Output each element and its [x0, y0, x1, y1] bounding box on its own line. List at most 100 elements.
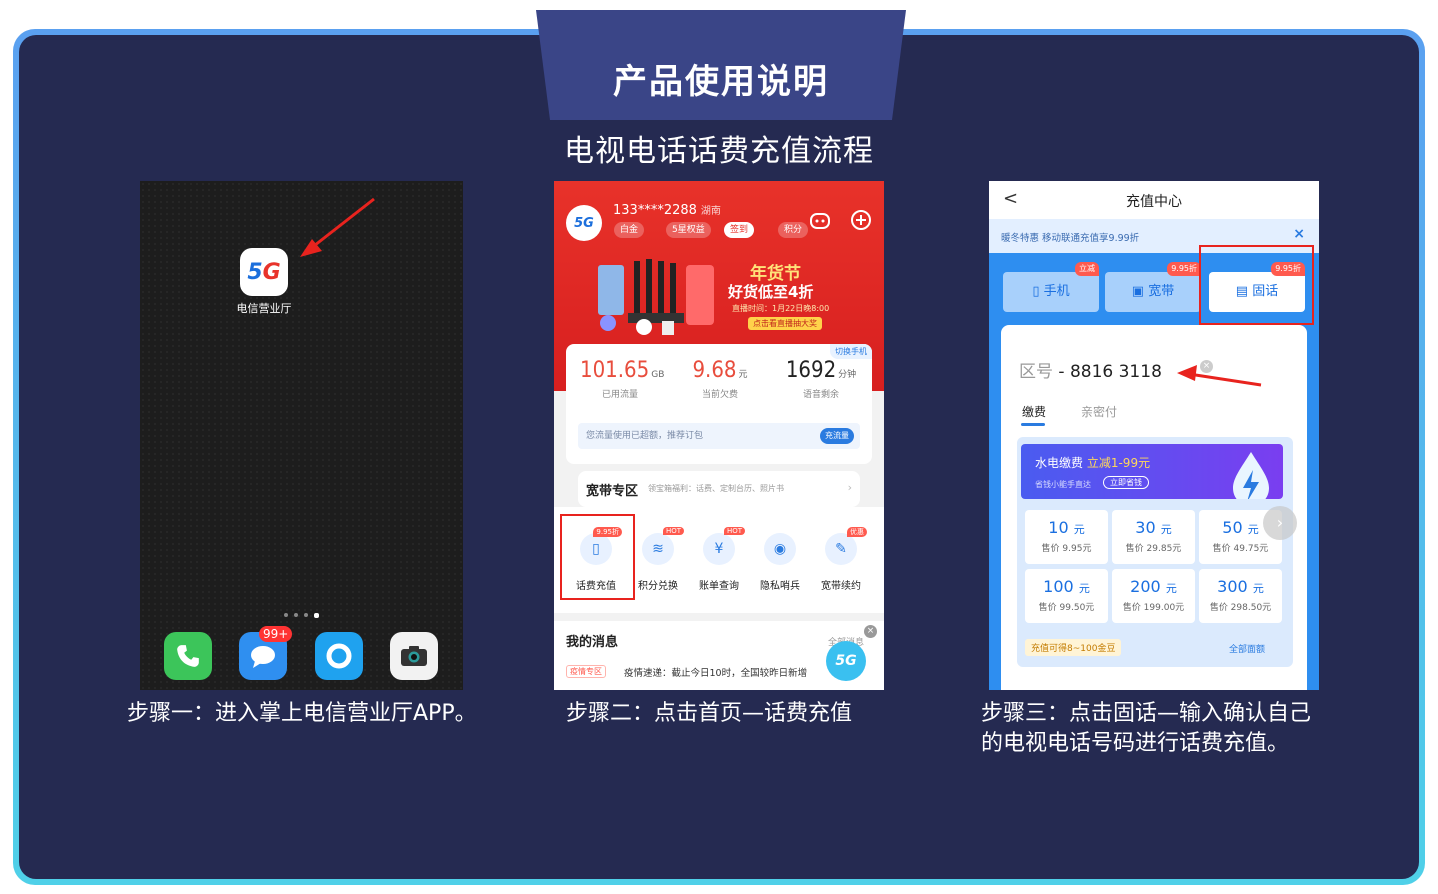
service-tag: HOT	[723, 527, 745, 535]
stat-balance[interactable]: 9.68 元 当前欠费	[680, 358, 760, 400]
promo-button[interactable]: 立即省钱	[1103, 476, 1149, 489]
tile-unit: 元	[1073, 523, 1085, 536]
5g-float-icon[interactable]: 5G	[826, 641, 866, 681]
highlight-box	[1199, 245, 1314, 325]
tab-label: 宽带	[1148, 284, 1175, 299]
chip-signin[interactable]: 签到	[724, 222, 755, 238]
promo-subtitle: 省钱小能手直达	[1035, 480, 1091, 489]
broadband-title: 宽带专区	[586, 484, 639, 499]
stat-voice[interactable]: 1692 分钟 语音剩余	[776, 358, 866, 400]
bill-icon: ¥	[703, 533, 735, 565]
tile-300[interactable]: 300 元售价 298.50元	[1199, 569, 1282, 623]
page-dots	[284, 613, 319, 618]
tile-unit: 元	[1247, 523, 1259, 536]
banner-time: 直播时间：1月22日晚8:00	[732, 304, 830, 313]
water-drop-icon	[1233, 452, 1269, 499]
broadband-section[interactable]: 宽带专区 领宝箱福利：话费、定制台历、照片书 ›	[578, 471, 860, 507]
phone-icon[interactable]	[164, 632, 212, 680]
stat-label: 当前欠费	[701, 390, 738, 400]
recharge-title: 充值中心	[1126, 194, 1182, 210]
step1-screenshot: 5G 电信营业厅 99+	[140, 181, 463, 690]
chip-points[interactable]: 积分	[778, 222, 809, 238]
banner-cta[interactable]: 点击看直播抽大奖	[748, 317, 822, 330]
messages-title: 我的消息	[566, 635, 619, 650]
camera-icon[interactable]	[390, 632, 438, 680]
page-subtitle: 电视电话话费充值流程	[564, 134, 874, 169]
stat-unit: GB	[651, 370, 665, 380]
step2-screenshot: 5G 133****2288 湖南 白金 5星权益 签到 积分 年货节 好货低至4…	[554, 181, 884, 690]
tile-price: 售价 29.85元	[1125, 544, 1182, 554]
stat-data-usage[interactable]: 101.65 GB 已用流量	[580, 358, 664, 400]
stat-unit: 分钟	[838, 370, 857, 380]
account-card: 切换手机 101.65 GB 已用流量 9.68 元 当前欠费 1692 分钟 语音剩…	[566, 344, 872, 464]
stat-label: 已用流量	[601, 390, 638, 400]
tab-tag: 9.95折	[1167, 262, 1201, 276]
chip-5star[interactable]: 5星权益	[666, 222, 711, 238]
tile-unit: 元	[1078, 582, 1090, 595]
page-title: 产品使用说明	[613, 62, 829, 102]
arrow-icon	[300, 197, 375, 257]
step3-screenshot: < 充值中心 暖冬特惠 移动联通充值享9.99折 × 立减 ▯ 手机 9.95折 ▣…	[989, 181, 1319, 690]
step3-caption-line2: 的电视电话号码进行话费充值。	[981, 731, 1290, 756]
tile-value: 100	[1043, 577, 1074, 596]
service-label: 宽带续约	[821, 581, 861, 592]
service-broadband-renew[interactable]: 优惠 ✎ 宽带续约	[811, 527, 871, 592]
tab-broadband[interactable]: 9.95折 ▣ 宽带	[1105, 262, 1201, 312]
messages-section: 我的消息 全部消息 疫情专区 疫情速递：截止今日10时，全国较昨日新增 5G ×	[554, 621, 884, 690]
switch-phone-button[interactable]: 切换手机	[830, 344, 872, 359]
tile-price: 售价 99.50元	[1038, 603, 1095, 613]
close-icon[interactable]: ×	[864, 625, 877, 638]
tile-value: 30	[1135, 518, 1156, 537]
broadband-subtitle: 领宝箱福利：话费、定制台历、照片书	[648, 484, 784, 493]
subtab-pay[interactable]: 缴费	[1022, 403, 1046, 420]
notice-text[interactable]: 暖冬特惠 移动联通充值享9.99折	[1001, 230, 1139, 244]
phone-number-text: 133****2288	[613, 203, 697, 218]
subtab-family-pay[interactable]: 亲密付	[1081, 403, 1117, 420]
arrow-icon	[1177, 365, 1262, 387]
service-tag: 优惠	[847, 527, 867, 537]
tile-value: 10	[1048, 518, 1069, 537]
tile-30[interactable]: 30 元售价 29.85元	[1112, 510, 1195, 564]
tab-mobile[interactable]: 立减 ▯ 手机	[1003, 262, 1099, 312]
all-denominations-link[interactable]: 全部面额	[1229, 642, 1265, 655]
tile-10[interactable]: 10 元售价 9.95元	[1025, 510, 1108, 564]
stat-unit: 元	[738, 370, 748, 380]
message-text[interactable]: 疫情速递：截止今日10时，全国较昨日新增	[624, 665, 807, 679]
highlight-box	[560, 514, 635, 600]
utility-promo-banner[interactable]: 水电缴费 立减1-99元 省钱小能手直达 立即省钱	[1021, 444, 1283, 499]
chip-platinum[interactable]: 白金	[614, 222, 645, 238]
tile-unit: 元	[1165, 582, 1177, 595]
service-label: 积分兑换	[638, 581, 678, 592]
message-badge: 99+	[259, 626, 293, 642]
tab-label: 手机	[1043, 284, 1070, 299]
tile-price: 售价 298.50元	[1209, 603, 1272, 613]
instruction-poster: 产品使用说明 电视电话话费充值流程 5G 电信营业厅 99+ 步骤一：进入掌上电…	[0, 0, 1438, 894]
points-icon: ≋	[642, 533, 674, 565]
promo-title: 水电缴费	[1035, 456, 1084, 470]
service-privacy[interactable]: ◉ 隐私哨兵	[750, 533, 810, 592]
stat-value: 101.65	[580, 358, 650, 383]
step3-caption-line1: 步骤三：点击固话—输入确认自己	[981, 701, 1312, 726]
close-icon[interactable]: ×	[1293, 226, 1305, 242]
service-points[interactable]: HOT ≋ 积分兑换	[628, 527, 688, 592]
tile-200[interactable]: 200 元售价 199.00元	[1112, 569, 1195, 623]
tile-price: 售价 49.75元	[1212, 544, 1269, 554]
browser-icon[interactable]	[315, 632, 363, 680]
title-ribbon: 产品使用说明	[536, 10, 906, 120]
phone-number: 133****2288 湖南	[613, 202, 721, 218]
buy-data-button[interactable]: 充流量	[820, 428, 854, 444]
step1-caption: 步骤一：进入掌上电信营业厅APP。	[127, 701, 477, 726]
telecom-app-icon[interactable]: 5G	[240, 248, 288, 296]
stat-label: 语音剩余	[802, 390, 839, 400]
tile-unit: 元	[1160, 523, 1172, 536]
tile-100[interactable]: 100 元售价 99.50元	[1025, 569, 1108, 623]
add-icon[interactable]	[850, 209, 872, 231]
landline-input[interactable]: 区号 - 8816 3118	[1019, 357, 1162, 382]
robot-icon[interactable]	[808, 209, 832, 231]
chevron-right-icon[interactable]: ›	[1263, 506, 1297, 540]
step2-caption: 步骤二：点击首页—话费充值	[566, 701, 853, 726]
avatar[interactable]: 5G	[566, 205, 602, 241]
promo-highlight: 立减1-99元	[1086, 456, 1151, 470]
service-label: 隐私哨兵	[760, 581, 800, 592]
service-bill[interactable]: HOT ¥ 账单查询	[689, 527, 749, 592]
